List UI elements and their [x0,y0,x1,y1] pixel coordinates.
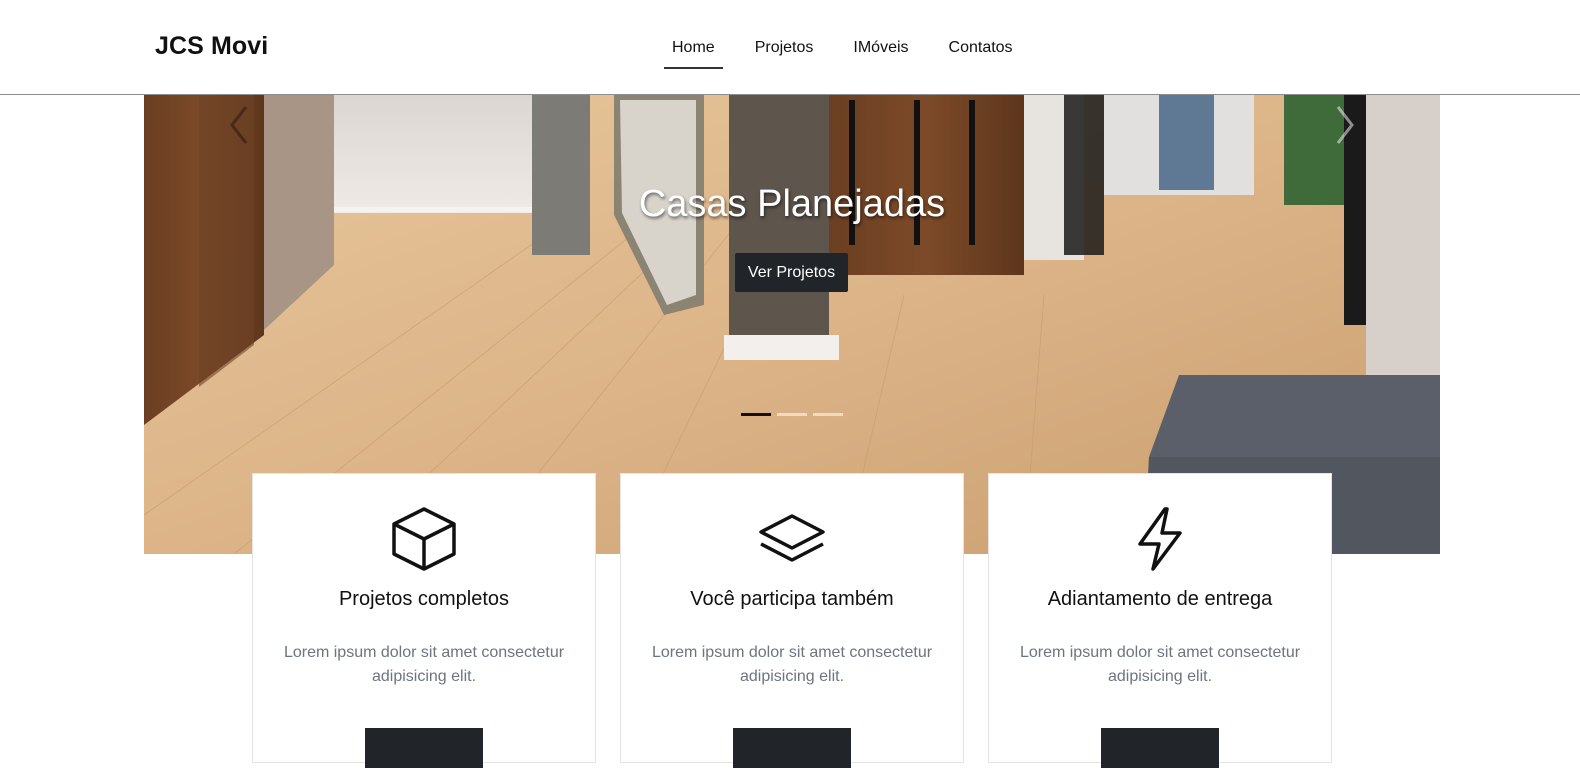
hero-title: Casas Planejadas [638,183,946,225]
feature-card-participa: Você participa também Lorem ipsum dolor … [620,473,964,768]
nav-item-home[interactable]: Home [664,37,723,69]
nav-item-projetos[interactable]: Projetos [747,37,822,69]
carousel-indicator-3[interactable] [813,413,843,416]
navbar: JCS Movi Home Projetos IMóveis Contatos [0,0,1580,95]
feature-title: Projetos completos [338,588,510,610]
chevron-left-icon [230,106,248,144]
carousel-indicator-1[interactable] [741,413,771,416]
brand-logo[interactable]: JCS Movi [155,32,268,61]
feature-title: Você participa também [690,588,894,610]
carousel-next-control[interactable] [1310,95,1380,155]
lightning-icon [1138,507,1182,571]
feature-button[interactable] [1101,728,1219,768]
feature-text: Lorem ipsum dolor sit amet consectetur a… [1019,644,1301,685]
feature-button[interactable] [365,728,483,768]
feature-button[interactable] [733,728,851,768]
feature-text: Lorem ipsum dolor sit amet consectetur a… [651,644,933,685]
nav-item-contatos[interactable]: Contatos [941,37,1021,69]
carousel-indicator-2[interactable] [777,413,807,416]
feature-text: Lorem ipsum dolor sit amet consectetur a… [283,644,565,685]
carousel-indicators [741,413,843,416]
ver-projetos-button[interactable]: Ver Projetos [735,253,848,292]
box-icon [392,507,456,571]
layers-icon [759,514,825,562]
carousel-prev-control[interactable] [204,95,274,155]
main-nav: Home Projetos IMóveis Contatos [664,37,1045,69]
feature-card-projetos: Projetos completos Lorem ipsum dolor sit… [252,473,596,768]
nav-item-imoveis[interactable]: IMóveis [845,37,916,69]
feature-card-entrega: Adiantamento de entrega Lorem ipsum dolo… [988,473,1332,768]
feature-title: Adiantamento de entrega [1047,588,1273,610]
chevron-right-icon [1336,106,1354,144]
